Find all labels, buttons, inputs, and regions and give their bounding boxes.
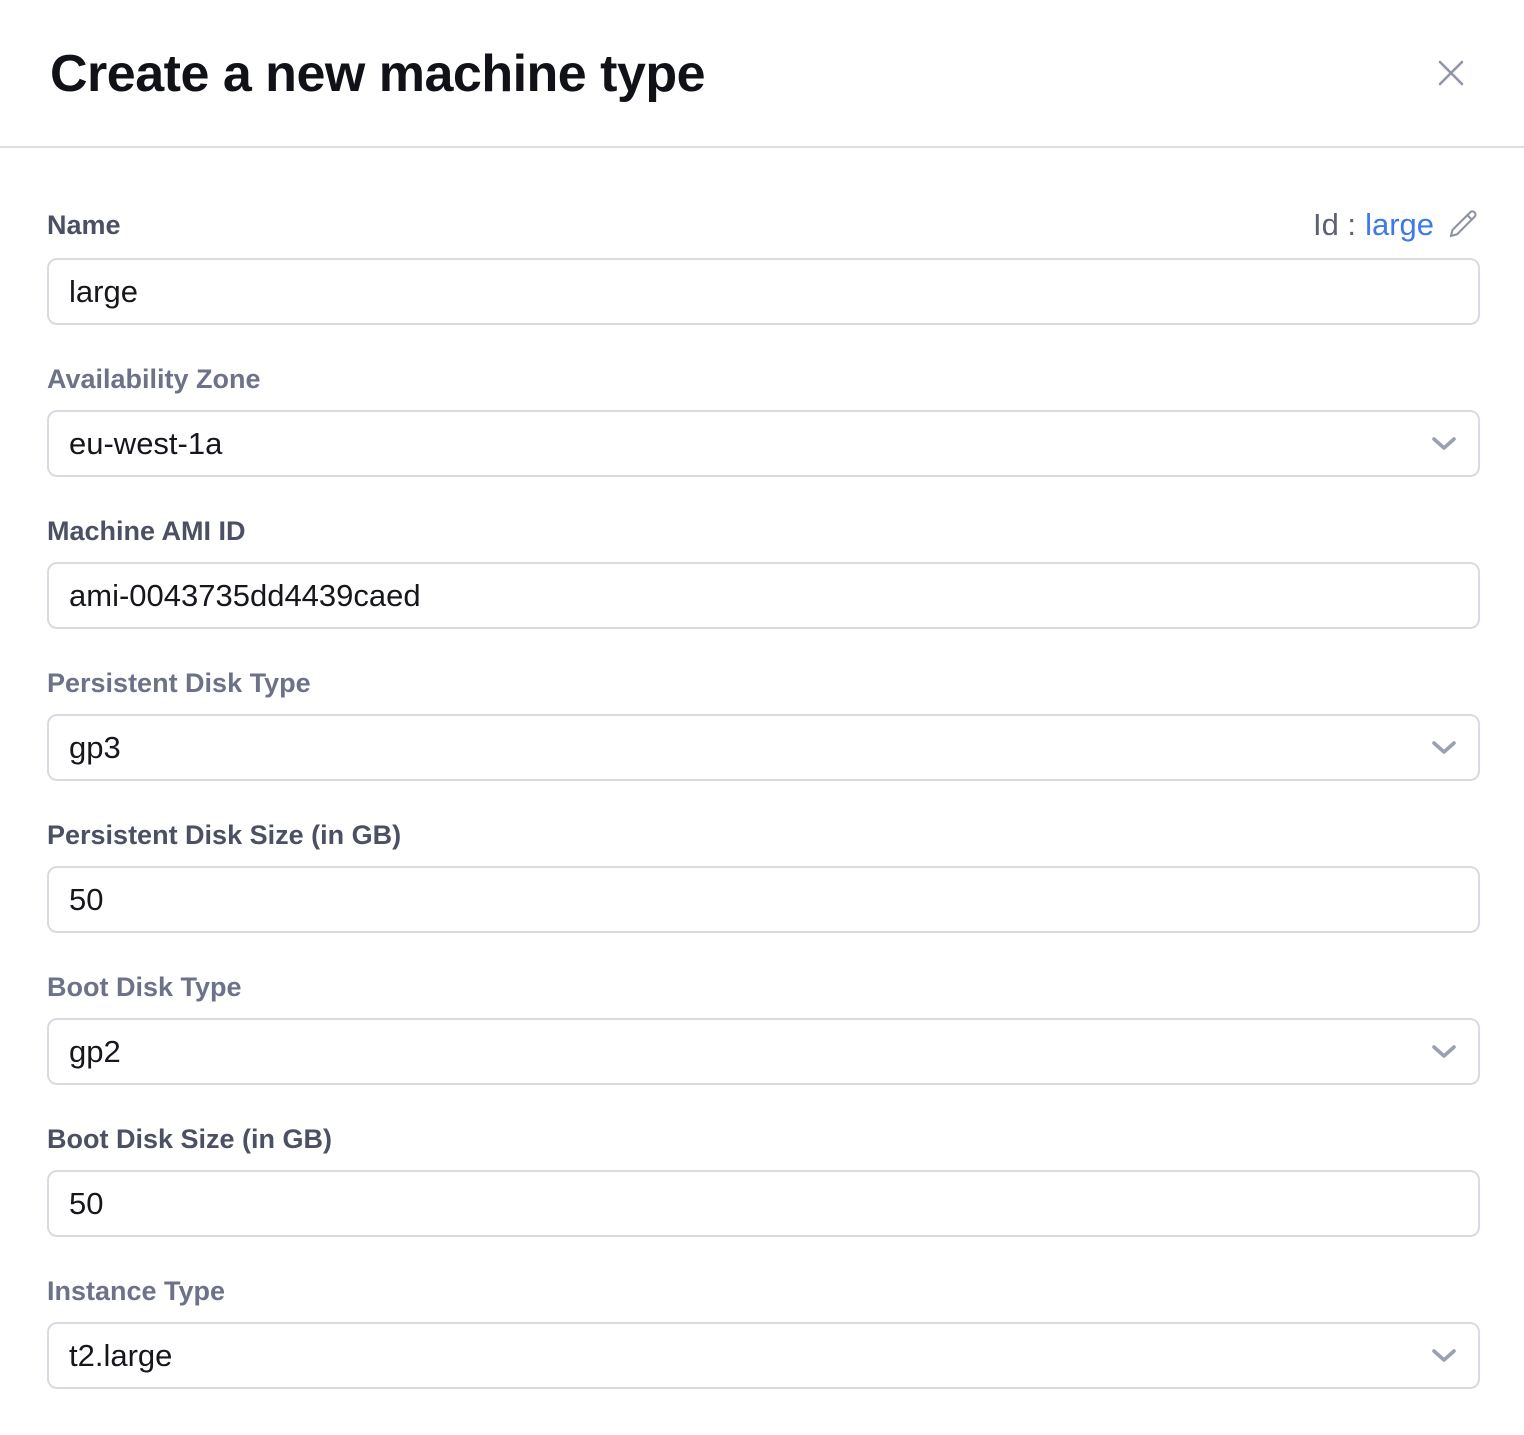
boot-disk-type-label: Boot Disk Type — [47, 973, 1480, 1001]
boot-disk-size-label: Boot Disk Size (in GB) — [47, 1125, 1480, 1153]
modal-body: Name Id : large Availability Zone — [0, 148, 1524, 1435]
instance-type-select[interactable]: t2.large — [47, 1322, 1480, 1389]
availability-zone-select[interactable]: eu-west-1a — [47, 410, 1480, 477]
field-boot-disk-type: Boot Disk Type gp2 — [47, 973, 1480, 1085]
field-persistent-disk-size: Persistent Disk Size (in GB) — [47, 821, 1480, 933]
persistent-disk-type-value: gp3 — [69, 730, 121, 766]
instance-type-value: t2.large — [69, 1338, 172, 1374]
create-machine-type-modal: Create a new machine type Name Id : larg… — [0, 0, 1524, 1435]
modal-header: Create a new machine type — [0, 0, 1524, 148]
edit-id-button[interactable] — [1447, 208, 1480, 241]
availability-zone-value: eu-west-1a — [69, 426, 222, 462]
id-badge: Id : large — [1313, 208, 1480, 241]
chevron-down-icon — [1430, 1347, 1458, 1364]
field-persistent-disk-type: Persistent Disk Type gp3 — [47, 669, 1480, 781]
instance-type-label: Instance Type — [47, 1277, 1480, 1305]
close-icon — [1434, 56, 1468, 90]
chevron-down-icon — [1430, 435, 1458, 452]
machine-ami-id-input[interactable] — [47, 562, 1480, 629]
name-input[interactable] — [47, 258, 1480, 325]
boot-disk-size-input[interactable] — [47, 1170, 1480, 1237]
field-boot-disk-size: Boot Disk Size (in GB) — [47, 1125, 1480, 1237]
field-name: Name Id : large — [47, 208, 1480, 325]
boot-disk-type-select[interactable]: gp2 — [47, 1018, 1480, 1085]
field-machine-ami-id: Machine AMI ID — [47, 517, 1480, 629]
name-label-row: Name Id : large — [47, 208, 1480, 241]
persistent-disk-type-label: Persistent Disk Type — [47, 669, 1480, 697]
field-instance-type: Instance Type t2.large — [47, 1277, 1480, 1389]
persistent-disk-type-select[interactable]: gp3 — [47, 714, 1480, 781]
chevron-down-icon — [1430, 739, 1458, 756]
chevron-down-icon — [1430, 1043, 1458, 1060]
modal-title: Create a new machine type — [50, 48, 705, 100]
name-label: Name — [47, 211, 121, 239]
pencil-icon — [1447, 208, 1480, 241]
availability-zone-label: Availability Zone — [47, 365, 1480, 393]
machine-ami-id-label: Machine AMI ID — [47, 517, 1480, 545]
id-value: large — [1365, 209, 1434, 240]
close-button[interactable] — [1434, 56, 1468, 90]
id-prefix-label: Id : — [1313, 209, 1356, 240]
persistent-disk-size-label: Persistent Disk Size (in GB) — [47, 821, 1480, 849]
persistent-disk-size-input[interactable] — [47, 866, 1480, 933]
boot-disk-type-value: gp2 — [69, 1034, 121, 1070]
field-availability-zone: Availability Zone eu-west-1a — [47, 365, 1480, 477]
